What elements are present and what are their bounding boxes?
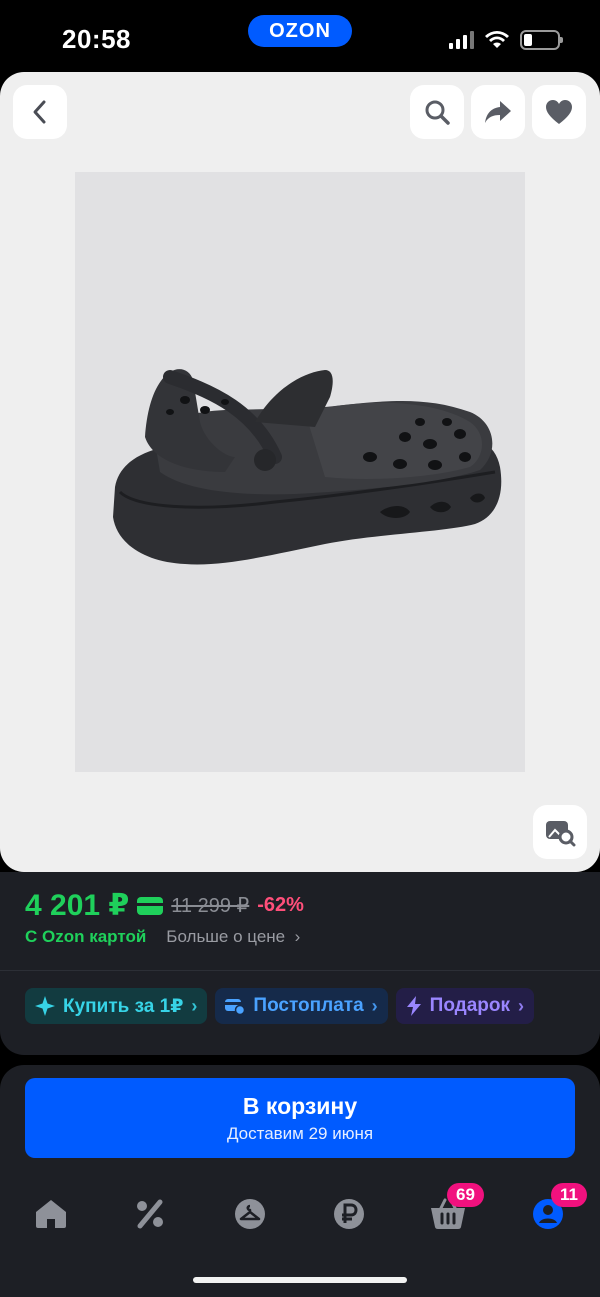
promo-chips: Купить за 1₽ › Постоплата › Подарок › bbox=[25, 988, 535, 1024]
tab-profile[interactable]: 11 bbox=[521, 1183, 587, 1239]
chevron-left-icon bbox=[33, 100, 46, 124]
home-indicator[interactable] bbox=[193, 1277, 407, 1283]
chevron-right-icon: › bbox=[289, 927, 301, 946]
add-to-cart-button[interactable]: В корзину Доставим 29 июня bbox=[25, 1078, 575, 1158]
percent-icon bbox=[137, 1199, 163, 1229]
image-search-button[interactable] bbox=[533, 805, 587, 859]
old-price: 11 299 ₽ bbox=[171, 895, 250, 917]
status-icons bbox=[449, 28, 563, 52]
more-about-price-link[interactable]: Больше о цене › bbox=[166, 927, 300, 947]
chip-postpay[interactable]: Постоплата › bbox=[215, 988, 388, 1024]
battery-icon bbox=[520, 30, 563, 50]
profile-notification-badge: 11 bbox=[551, 1183, 587, 1207]
price-row[interactable]: 4 201 ₽ 11 299 ₽ -62% bbox=[25, 888, 304, 923]
tab-finance[interactable] bbox=[322, 1189, 376, 1239]
ozon-logo: OZON bbox=[248, 15, 352, 47]
bottom-panel: В корзину Доставим 29 июня 69 11 bbox=[0, 1065, 600, 1297]
product-image-card[interactable] bbox=[0, 72, 600, 872]
tab-catalog[interactable] bbox=[223, 1189, 277, 1239]
chip-label: Подарок bbox=[429, 995, 511, 1016]
more-about-price-label: Больше о цене bbox=[166, 927, 286, 946]
delivery-date: Доставим 29 июня bbox=[226, 1124, 374, 1143]
search-button[interactable] bbox=[410, 85, 464, 139]
current-price: 4 201 ₽ bbox=[25, 889, 130, 922]
share-button[interactable] bbox=[471, 85, 525, 139]
home-icon bbox=[36, 1200, 66, 1228]
back-button[interactable] bbox=[13, 85, 67, 139]
discount-badge: -62% bbox=[257, 894, 304, 916]
favorite-button[interactable] bbox=[532, 85, 586, 139]
product-photo[interactable] bbox=[75, 172, 525, 772]
status-bar: 20:58 OZON bbox=[0, 0, 600, 72]
bottom-tab-bar: 69 11 bbox=[0, 1183, 600, 1243]
image-search-icon bbox=[546, 821, 576, 847]
clog-shoe-image bbox=[113, 369, 502, 565]
chip-gift[interactable]: Подарок › bbox=[395, 988, 535, 1024]
ruble-icon bbox=[334, 1199, 364, 1229]
sparkle-icon bbox=[35, 996, 55, 1016]
ozon-card-icon bbox=[137, 896, 164, 915]
chip-label: Купить за 1₽ bbox=[63, 995, 184, 1017]
chip-buy-for-1[interactable]: Купить за 1₽ › bbox=[25, 988, 208, 1024]
search-icon bbox=[425, 100, 450, 125]
lightning-icon bbox=[406, 996, 421, 1016]
signal-icon bbox=[449, 31, 474, 49]
tab-discounts[interactable] bbox=[123, 1189, 177, 1239]
add-to-cart-label: В корзину bbox=[242, 1093, 358, 1119]
wifi-icon bbox=[485, 31, 509, 48]
postpay-icon bbox=[225, 999, 246, 1015]
status-time: 20:58 bbox=[62, 24, 131, 54]
chevron-right-icon: › bbox=[191, 995, 198, 1016]
divider bbox=[0, 970, 600, 971]
cart-count-badge: 69 bbox=[447, 1183, 484, 1207]
chevron-right-icon: › bbox=[518, 995, 525, 1016]
tab-cart[interactable]: 69 bbox=[421, 1183, 484, 1239]
chevron-right-icon: › bbox=[371, 995, 378, 1016]
share-icon bbox=[485, 101, 511, 123]
price-section: 4 201 ₽ 11 299 ₽ -62% С Ozon картой Боль… bbox=[0, 872, 600, 1055]
heart-icon bbox=[546, 100, 572, 124]
hanger-icon bbox=[235, 1199, 265, 1229]
tab-home[interactable] bbox=[24, 1189, 78, 1239]
ozon-card-note: С Ozon картой bbox=[25, 927, 147, 946]
price-sub-row: С Ozon картой Больше о цене › bbox=[25, 927, 300, 947]
chip-label: Постоплата bbox=[253, 995, 364, 1016]
